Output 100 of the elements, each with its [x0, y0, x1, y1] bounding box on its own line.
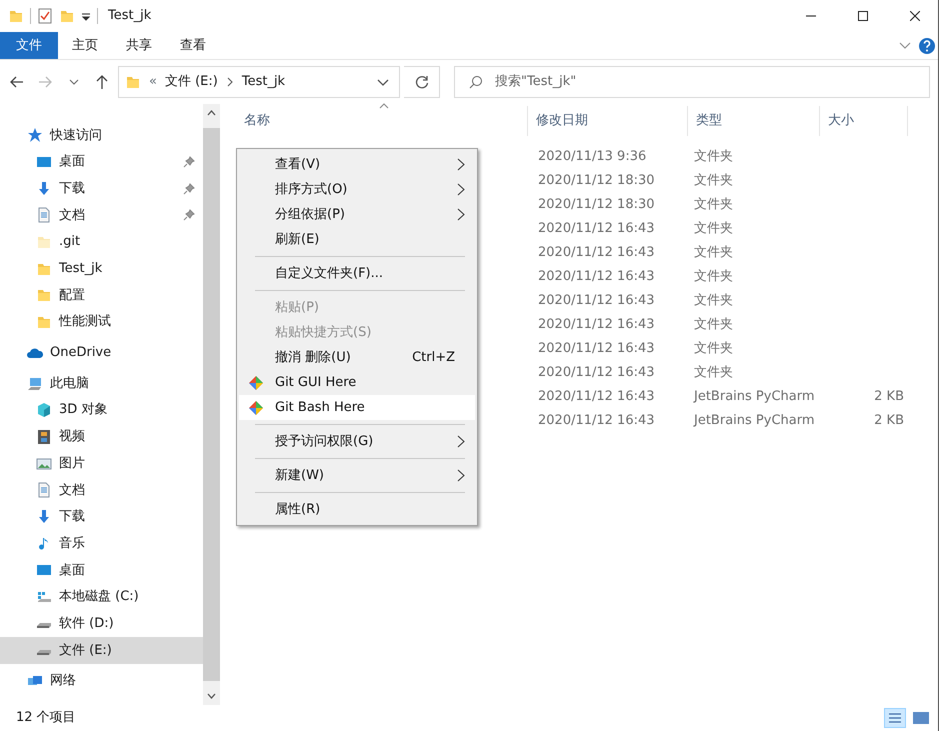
table-cell-text: 文件夹: [693, 244, 734, 262]
address-bar[interactable]: « 文件 (E:) Test_jk: [118, 66, 400, 98]
image-icon: [36, 456, 52, 472]
table-cell-text: JetBrains PyCharm: [692, 412, 816, 430]
table-cell-text: 2020/11/12 18:30: [537, 172, 656, 190]
sidebar-item[interactable]: 下载: [0, 175, 203, 202]
table-cell-text: 文件夹: [693, 268, 734, 286]
document-icon: [36, 482, 52, 498]
table-cell-text: 2020/11/12 16:43: [537, 268, 656, 286]
sidebar-item[interactable]: 本地磁盘 (C:): [0, 584, 203, 610]
computer-icon: [27, 376, 43, 392]
details-view-icon[interactable]: [884, 708, 906, 728]
menu-item[interactable]: 自定义文件夹(F)...: [239, 261, 475, 286]
scroll-up-icon: [207, 110, 216, 116]
sidebar-item[interactable]: 文档: [0, 476, 203, 504]
sidebar-item[interactable]: 软件 (D:): [0, 610, 203, 638]
sidebar-item[interactable]: 音乐: [0, 530, 203, 557]
sidebar-item[interactable]: Test_jk: [0, 255, 203, 282]
menu-item[interactable]: 分组依据(P): [239, 202, 475, 227]
sidebar-item[interactable]: 图片: [0, 450, 203, 477]
menu-item[interactable]: 授予访问权限(G): [239, 429, 475, 454]
ribbon-tab[interactable]: 文件: [0, 32, 58, 59]
chevron-down-icon: [69, 79, 79, 85]
table-cell-text: 2020/11/12 16:43: [537, 316, 656, 334]
sidebar-item[interactable]: 桌面: [0, 148, 203, 176]
table-cell-text: 文件夹: [693, 340, 734, 358]
menu-item[interactable]: 撤消 删除(U) Ctrl+Z: [239, 345, 475, 370]
shortcut-text: Ctrl+Z: [412, 348, 456, 367]
table-cell-text: 2020/11/12 16:43: [537, 220, 656, 238]
column-header[interactable]: 修改日期: [528, 106, 688, 136]
drive-icon: [36, 648, 52, 656]
table-cell-text: 2020/11/12 16:43: [537, 340, 656, 358]
maximize-icon: [858, 11, 868, 21]
table-cell-text: 文件夹: [693, 172, 734, 190]
breadcrumb-segment[interactable]: 文件 (E:): [164, 72, 218, 92]
download-icon: [36, 508, 52, 525]
table-cell-text: 文件夹: [693, 364, 734, 382]
search-field[interactable]: 搜索"Test_jk": [493, 71, 793, 93]
folder-icon: [36, 287, 52, 304]
table-cell-text: 2020/11/13 9:36: [537, 148, 648, 166]
sidebar-item[interactable]: 3D 对象: [0, 396, 203, 424]
git-logo-icon: [248, 400, 264, 416]
folder-icon: [125, 74, 141, 90]
breadcrumb-segment[interactable]: Test_jk: [242, 72, 286, 92]
film-icon: [36, 428, 52, 445]
minimize-icon: [806, 15, 816, 17]
menu-item[interactable]: 刷新(E): [239, 227, 475, 252]
sidebar-item[interactable]: 网络: [0, 668, 203, 694]
folder-icon: [36, 234, 52, 250]
column-header[interactable]: 名称: [220, 106, 528, 136]
sidebar-item[interactable]: 此电脑: [0, 370, 203, 397]
table-cell-text: 2020/11/12 16:43: [537, 244, 656, 262]
document-icon: [36, 207, 52, 224]
scroll-down-icon: [207, 693, 216, 699]
sidebar-item[interactable]: 桌面: [0, 557, 203, 584]
status-text: 12 个项目: [16, 709, 76, 728]
window-title: Test_jk: [108, 7, 152, 26]
menu-item[interactable]: Git Bash Here: [239, 395, 475, 420]
sidebar-item[interactable]: 文件 (E:): [0, 637, 203, 664]
sidebar-item[interactable]: 视频: [0, 424, 203, 450]
refresh-button[interactable]: [404, 66, 440, 98]
table-cell-text: 2020/11/12 16:43: [537, 388, 656, 406]
search-box[interactable]: 搜索"Test_jk": [454, 66, 930, 98]
sidebar-item[interactable]: 下载: [0, 504, 203, 530]
sidebar-item[interactable]: 文档: [0, 202, 203, 229]
search-icon: [469, 75, 483, 89]
ribbon-tab[interactable]: 查看: [166, 32, 220, 59]
menu-item[interactable]: 新建(W): [239, 463, 475, 488]
table-cell-text: 文件夹: [693, 292, 734, 310]
ribbon-tab[interactable]: 主页: [58, 32, 112, 59]
menu-item[interactable]: 排序方式(O): [239, 177, 475, 202]
cube-icon: [36, 402, 52, 418]
column-header[interactable]: 类型: [688, 106, 820, 136]
folder-icon: [36, 314, 52, 330]
table-cell-text: 文件夹: [693, 148, 734, 166]
overflow-chevron[interactable]: «: [149, 72, 157, 92]
table-cell-text: 文件夹: [693, 220, 734, 238]
table-cell-text: 2020/11/12 16:43: [537, 292, 656, 310]
table-cell-text: JetBrains PyCharm: [692, 388, 816, 406]
table-cell-text: 文件夹: [693, 316, 734, 334]
sidebar-item[interactable]: OneDrive: [0, 340, 203, 366]
chevron-right-icon: [226, 76, 234, 88]
sidebar-item[interactable]: .git: [0, 228, 203, 256]
sidebar-item[interactable]: 快速访问: [0, 122, 203, 149]
drive-icon: [36, 622, 52, 630]
menu-item[interactable]: 属性(R): [239, 497, 475, 522]
ribbon-tab[interactable]: 共享: [112, 32, 166, 59]
column-header[interactable]: 大小: [820, 106, 908, 136]
table-cell-text: 文件夹: [693, 196, 734, 214]
table-cell-text: 2020/11/12 18:30: [537, 196, 656, 214]
sidebar-item[interactable]: 性能测试: [0, 308, 203, 336]
menu-item[interactable]: 查看(V): [239, 152, 475, 177]
sidebar-item[interactable]: 配置: [0, 282, 203, 309]
download-icon: [36, 180, 52, 197]
table-cell-text: 2 KB: [873, 412, 904, 430]
properties-icon[interactable]: [37, 8, 53, 24]
table-cell-text: 2 KB: [873, 388, 904, 406]
menu-item[interactable]: Git GUI Here: [239, 370, 475, 395]
folder-icon: [8, 8, 24, 24]
table-cell-text: 2020/11/12 16:43: [537, 364, 656, 382]
